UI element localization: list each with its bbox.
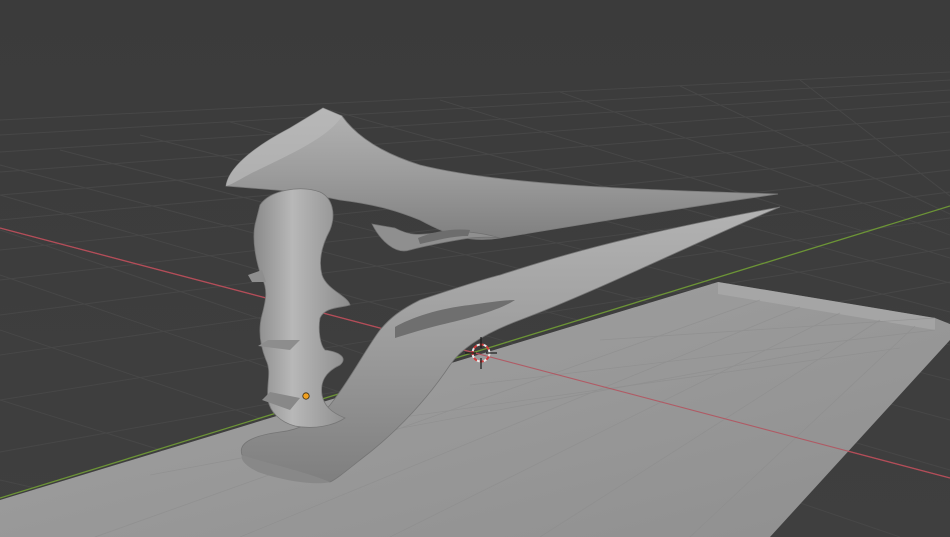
3d-viewport[interactable] <box>0 0 950 537</box>
object-origin-icon[interactable] <box>302 392 310 400</box>
viewport-canvas[interactable] <box>0 0 950 537</box>
